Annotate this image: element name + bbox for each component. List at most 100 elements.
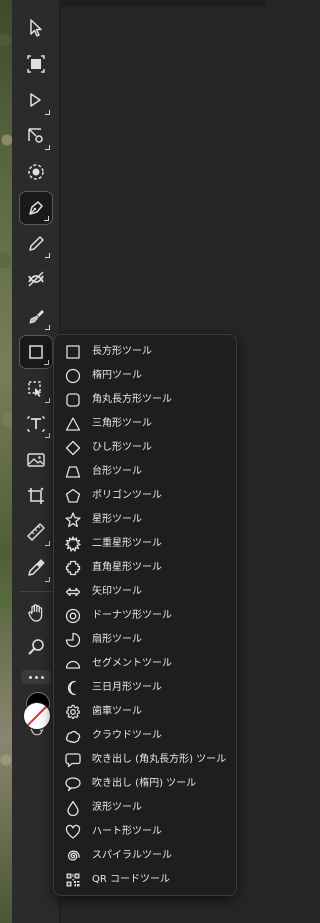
flyout-item[interactable]: ドーナツ形ツール: [54, 604, 236, 628]
paintbrush-icon: [29, 310, 44, 324]
shape-tool-button[interactable]: [19, 335, 53, 369]
swap-colors-icon[interactable]: [30, 728, 44, 738]
flyout-item-label: 吹き出し (楕円) ツール: [92, 778, 197, 789]
flyout-item-label: ポリゴンツール: [92, 490, 162, 501]
qr-code-icon: [64, 871, 82, 889]
shape-builder-tool-button[interactable]: [19, 372, 53, 406]
tool-group-indicator: [45, 433, 50, 438]
direct-selection-tool-button[interactable]: [19, 84, 53, 118]
lasso-circle-icon: [28, 164, 44, 180]
dot-icon: [40, 675, 44, 679]
flyout-item[interactable]: セグメントツール: [54, 652, 236, 676]
tool-group-indicator: [45, 541, 50, 546]
tool-group-indicator: [45, 110, 50, 115]
flyout-item-label: 扇形ツール: [92, 634, 142, 645]
rectangle-icon: [64, 343, 82, 361]
flyout-item-label: ひし形ツール: [92, 442, 152, 453]
ruler-icon: [27, 523, 45, 541]
flyout-item-label: 歯車ツール: [92, 706, 142, 717]
image-icon: [27, 453, 45, 467]
blend-icon: [28, 271, 44, 287]
flyout-item[interactable]: ポリゴンツール: [54, 484, 236, 508]
hollow-arrow-icon: [30, 93, 41, 107]
tool-group-indicator: [45, 253, 50, 258]
flyout-item[interactable]: 吹き出し (楕円) ツール: [54, 772, 236, 796]
double-star-icon: [64, 535, 82, 553]
flyout-item[interactable]: 矢印ツール: [54, 580, 236, 604]
ellipse-icon: [64, 367, 82, 385]
ruler-tool-button[interactable]: [19, 515, 53, 549]
flyout-item[interactable]: 二重星形ツール: [54, 532, 236, 556]
eyedropper-icon: [28, 559, 45, 576]
fill-swatch[interactable]: [23, 702, 51, 730]
flyout-item[interactable]: 角丸長方形ツール: [54, 388, 236, 412]
tool-group-indicator: [45, 325, 50, 330]
speech-bubble-rect-icon: [64, 751, 82, 769]
heart-icon: [64, 823, 82, 841]
tool-group-indicator: [44, 360, 49, 365]
flyout-item[interactable]: 長方形ツール: [54, 340, 236, 364]
tool-group-indicator: [45, 398, 50, 403]
flyout-item[interactable]: クラウドツール: [54, 724, 236, 748]
pen-tool-button[interactable]: [19, 191, 53, 225]
lasso-tool-button[interactable]: [19, 155, 53, 189]
flyout-item[interactable]: 星形ツール: [54, 508, 236, 532]
flyout-item-label: ドーナツ形ツール: [92, 610, 172, 621]
type-tool-button[interactable]: [19, 407, 53, 441]
flyout-item[interactable]: 三角形ツール: [54, 412, 236, 436]
flyout-item[interactable]: 三日月形ツール: [54, 676, 236, 700]
flyout-item[interactable]: 歯車ツール: [54, 700, 236, 724]
eyedropper-tool-button[interactable]: [19, 551, 53, 585]
spiral-icon: [64, 847, 82, 865]
flyout-item[interactable]: 扇形ツール: [54, 628, 236, 652]
flyout-item-label: クラウドツール: [92, 730, 162, 741]
flyout-item-label: 星形ツール: [92, 514, 142, 525]
artboard-icon: [27, 55, 45, 73]
pencil-icon: [29, 236, 44, 251]
flyout-item[interactable]: スパイラルツール: [54, 844, 236, 868]
pencil-tool-button[interactable]: [19, 227, 53, 261]
flyout-item[interactable]: 涙形ツール: [54, 796, 236, 820]
flyout-item[interactable]: 吹き出し (角丸長方形) ツール: [54, 748, 236, 772]
tool-group-indicator: [45, 577, 50, 582]
blend-tool-button[interactable]: [19, 262, 53, 296]
flyout-item[interactable]: ハート形ツール: [54, 820, 236, 844]
crop-icon: [28, 487, 44, 504]
anchor-point-icon: [28, 128, 43, 143]
fill-stroke-swatches[interactable]: [20, 690, 54, 740]
trapezoid-icon: [64, 463, 82, 481]
flyout-item[interactable]: ひし形ツール: [54, 436, 236, 460]
brush-tool-button[interactable]: [19, 299, 53, 333]
more-tools-button[interactable]: [21, 670, 51, 684]
flyout-item-label: 楕円ツール: [92, 370, 142, 381]
toolbar-divider: [20, 591, 54, 592]
segment-icon: [64, 655, 82, 673]
flyout-item-label: ハート形ツール: [92, 826, 162, 837]
image-tool-button[interactable]: [19, 443, 53, 477]
arrow-cursor-icon: [30, 19, 42, 37]
flyout-item[interactable]: 台形ツール: [54, 460, 236, 484]
flyout-item[interactable]: 楕円ツール: [54, 364, 236, 388]
crop-tool-button[interactable]: [19, 479, 53, 513]
flyout-item[interactable]: QR コードツール: [54, 868, 236, 892]
hand-icon: [28, 604, 43, 622]
tool-group-indicator: [45, 145, 50, 150]
diamond-icon: [64, 439, 82, 457]
dot-icon: [28, 675, 32, 679]
gear-icon: [64, 703, 82, 721]
donut-icon: [64, 607, 82, 625]
shape-builder-icon: [28, 381, 42, 397]
canvas-top-strip: [59, 0, 266, 7]
move-tool-button[interactable]: [19, 11, 53, 45]
flyout-item[interactable]: 直角星形ツール: [54, 556, 236, 580]
artboard-tool-button[interactable]: [19, 47, 53, 81]
tool-group-indicator: [44, 216, 49, 221]
triangle-icon: [64, 415, 82, 433]
flyout-item-label: 涙形ツール: [92, 802, 142, 813]
teardrop-icon: [64, 799, 82, 817]
hand-tool-button[interactable]: [19, 596, 53, 630]
anchor-point-tool-button[interactable]: [19, 119, 53, 153]
flyout-item-label: 角丸長方形ツール: [92, 394, 172, 405]
flyout-item-label: 三角形ツール: [92, 418, 152, 429]
zoom-tool-button[interactable]: [19, 630, 53, 664]
